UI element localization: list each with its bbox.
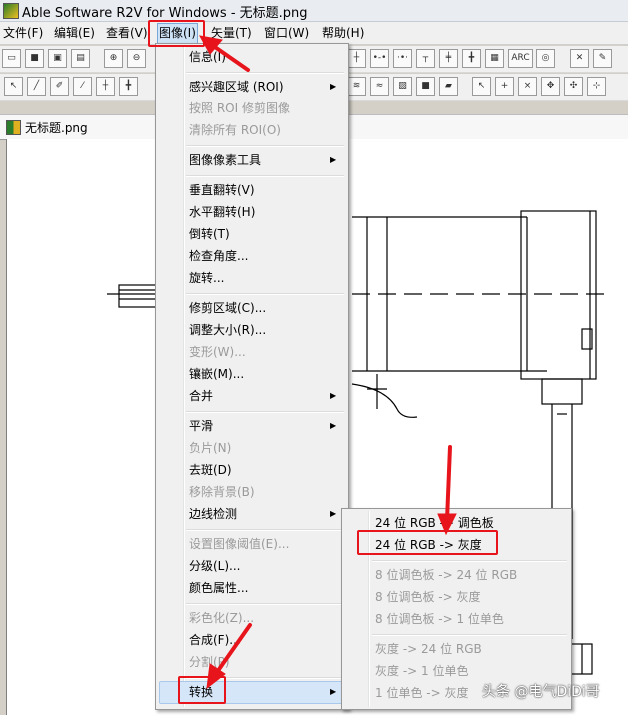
annotation-box-rgb-grayscale (357, 530, 498, 555)
menu-separator (186, 293, 344, 295)
menu-vector[interactable]: 矢量(T) (211, 25, 252, 41)
menu-separator (372, 560, 567, 562)
save-icon[interactable]: ■ (25, 49, 44, 68)
select-tool-icon[interactable]: ↖ (4, 77, 23, 96)
menu-separator (372, 634, 567, 636)
menu-item-crop-roi: 按照 ROI 修剪图像 (189, 101, 290, 115)
menu-item-grayscale-to-rgb: 灰度 -> 24 位 RGB (375, 642, 482, 656)
menu-item-color-properties[interactable]: 颜色属性... (189, 578, 248, 598)
menu-item-rotate[interactable]: 旋转... (189, 268, 224, 288)
menu-item-invert[interactable]: 倒转(T) (189, 224, 230, 244)
menu-edit[interactable]: 编辑(E) (54, 25, 95, 41)
menu-item-despeckle[interactable]: 去斑(D) (189, 460, 232, 480)
menu-view[interactable]: 查看(V) (106, 25, 148, 41)
line-tool-icon[interactable]: ┼ (347, 49, 366, 68)
zoom-out-icon[interactable]: ⊖ (127, 49, 146, 68)
measure-tool-icon[interactable]: ⊹ (587, 77, 606, 96)
node-line-icon[interactable]: •-• (370, 49, 389, 68)
menu-item-compose[interactable]: 合成(F)... (189, 630, 241, 650)
menu-item-info[interactable]: 信息(I) (189, 47, 226, 67)
menu-separator (186, 72, 344, 74)
hatch-tool-icon[interactable]: ≋ (347, 77, 366, 96)
menu-separator (186, 175, 344, 177)
menu-item-crop-area[interactable]: 修剪区域(C)... (189, 298, 266, 318)
title-bar: Able Software R2V for Windows - 无标题.png (0, 0, 628, 22)
menu-item-split: 分割(P) (189, 655, 230, 669)
menu-help[interactable]: 帮助(H) (322, 25, 364, 41)
arc-tool-icon[interactable]: ARC (508, 49, 533, 68)
submenu-arrow-icon: ▶ (330, 687, 337, 696)
remove-point-icon[interactable]: × (518, 77, 537, 96)
menu-item-merge[interactable]: 合并 (189, 386, 213, 406)
menu-separator (186, 145, 344, 147)
move-tool-icon[interactable]: ✥ (541, 77, 560, 96)
draw-line-icon[interactable]: ╱ (27, 77, 46, 96)
tree-tool-icon[interactable]: ┬ (416, 49, 435, 68)
brush-tool-icon[interactable]: ⁄ (73, 77, 92, 96)
document-icon (6, 120, 21, 135)
menu-item-flip-vertical[interactable]: 垂直翻转(V) (189, 180, 255, 200)
menu-item-levels[interactable]: 分级(L)... (189, 556, 241, 576)
menu-item-palette-to-rgb: 8 位调色板 -> 24 位 RGB (375, 568, 518, 582)
menu-bar: 文件(F) 编辑(E) 查看(V) 图像(I) 矢量(T) 窗口(W) 帮助(H… (0, 22, 628, 45)
menu-item-resize[interactable]: 调整大小(R)... (189, 320, 266, 340)
delete-node-icon[interactable]: ✕ (570, 49, 589, 68)
menu-item-negative: 负片(N) (189, 441, 232, 455)
menu-file[interactable]: 文件(F) (3, 25, 43, 41)
export-icon[interactable]: ▤ (71, 49, 90, 68)
menu-item-smooth[interactable]: 平滑 (189, 416, 213, 436)
menu-item-edge-detect[interactable]: 边线检测 (189, 504, 237, 524)
menu-item-threshold: 设置图像阈值(E)... (189, 537, 290, 551)
submenu-arrow-icon: ▶ (330, 82, 337, 91)
menu-gutter (183, 46, 185, 707)
menu-separator (186, 529, 344, 531)
submenu-arrow-icon: ▶ (330, 391, 337, 400)
pen-tool-icon[interactable]: ✐ (50, 77, 69, 96)
menu-separator (186, 603, 344, 605)
submenu-arrow-icon: ▶ (330, 421, 337, 430)
watermark: 头条 @电气DiDi哥 (482, 684, 600, 700)
circle-tool-icon[interactable]: ◎ (536, 49, 555, 68)
split-tool-icon[interactable]: ╪ (439, 49, 458, 68)
polygon-tool-icon[interactable]: ▰ (439, 77, 458, 96)
menu-item-remove-background: 移除背景(B) (189, 485, 255, 499)
menu-item-warp: 变形(W)... (189, 345, 246, 359)
pointer-tool-icon[interactable]: ↖ (472, 77, 491, 96)
menu-item-flip-horizontal[interactable]: 水平翻转(H) (189, 202, 255, 222)
zoom-in-icon[interactable]: ⊕ (104, 49, 123, 68)
snap-tool-icon[interactable]: ✣ (564, 77, 583, 96)
menu-item-mono-to-grayscale: 1 位单色 -> 灰度 (375, 686, 469, 700)
vertex-tool-icon[interactable]: ╋ (462, 49, 481, 68)
document-title: 无标题.png (25, 121, 88, 135)
cross-tool-icon[interactable]: ╋ (119, 77, 138, 96)
add-point-icon[interactable]: + (495, 77, 514, 96)
menu-item-colorize: 彩色化(Z)... (189, 611, 255, 625)
app-icon (3, 3, 19, 19)
fill-tool-icon[interactable]: ■ (416, 77, 435, 96)
menu-item-palette-to-grayscale: 8 位调色板 -> 灰度 (375, 590, 481, 604)
menu-item-pixel-tools[interactable]: 图像像素工具 (189, 150, 261, 170)
window-title: Able Software R2V for Windows - 无标题.png (22, 6, 308, 21)
menu-item-palette-to-mono: 8 位调色板 -> 1 位单色 (375, 612, 504, 626)
menu-separator (186, 411, 344, 413)
edit-node-icon[interactable]: ✎ (593, 49, 612, 68)
menu-item-clear-roi: 清除所有 ROI(O) (189, 123, 281, 137)
join-tool-icon[interactable]: ┼ (96, 77, 115, 96)
grid-tool-icon[interactable]: ▦ (485, 49, 504, 68)
menu-window[interactable]: 窗口(W) (264, 25, 309, 41)
save-all-icon[interactable]: ▣ (48, 49, 67, 68)
pattern-tool-icon[interactable]: ▨ (393, 77, 412, 96)
submenu-arrow-icon: ▶ (330, 155, 337, 164)
submenu-arrow-icon: ▶ (330, 509, 337, 518)
menu-item-mosaic[interactable]: 镶嵌(M)... (189, 364, 244, 384)
image-menu: 信息(I) 感兴趣区域 (ROI) ▶ 按照 ROI 修剪图像 清除所有 ROI… (155, 43, 349, 710)
menu-item-roi[interactable]: 感兴趣区域 (ROI) (189, 77, 284, 97)
annotation-box-image-menu (148, 20, 205, 47)
menu-item-grayscale-to-mono: 灰度 -> 1 位单色 (375, 664, 469, 678)
node-tool-icon[interactable]: ·•· (393, 49, 412, 68)
wave-tool-icon[interactable]: ≈ (370, 77, 389, 96)
annotation-box-convert (178, 676, 226, 704)
menu-item-check-angle[interactable]: 检查角度... (189, 246, 248, 266)
open-icon[interactable]: ▭ (2, 49, 21, 68)
